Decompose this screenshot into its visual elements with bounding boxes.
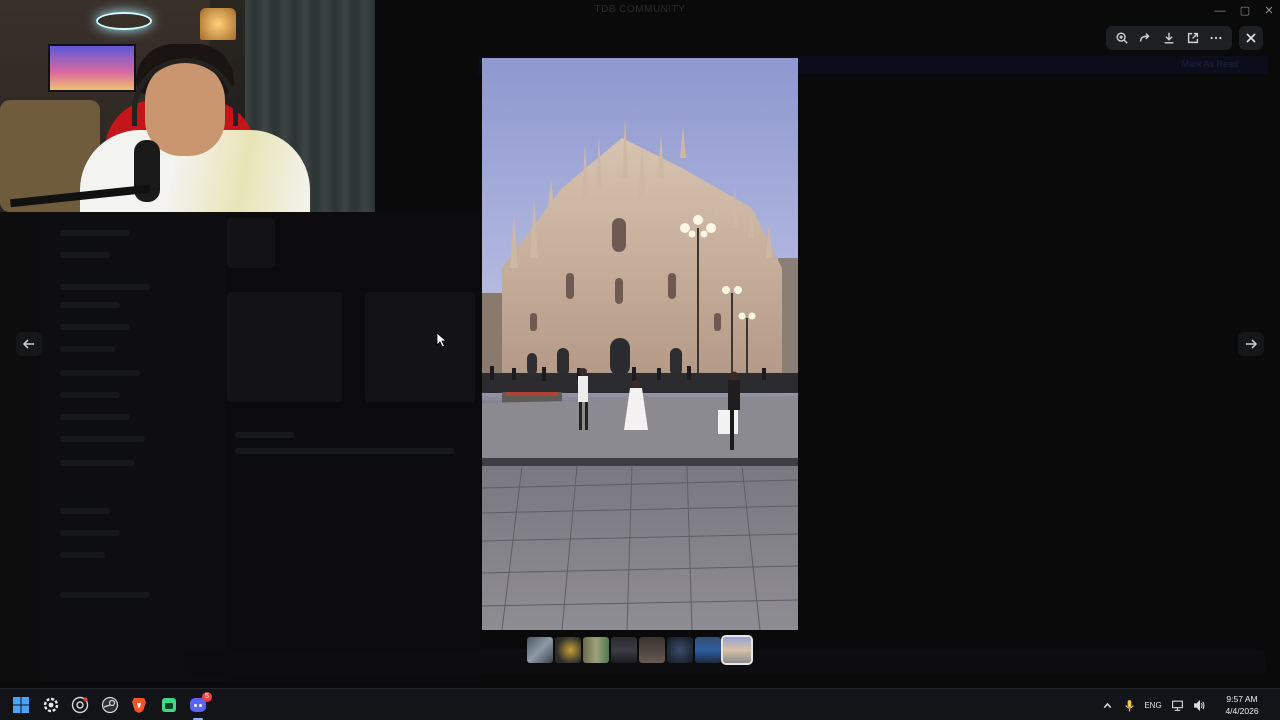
thumbnail-selected[interactable] [721,635,753,665]
thumbnail[interactable] [583,637,609,663]
open-in-browser-icon[interactable] [1182,27,1204,49]
settings-icon[interactable] [39,693,63,717]
thumbnail[interactable] [527,637,553,663]
thumbnail[interactable] [639,637,665,663]
arrow-left-icon [22,339,34,349]
discord-icon[interactable]: 5 [186,692,212,717]
thumbnail[interactable] [611,637,637,663]
viewer-toolbar [1106,26,1232,50]
chevron-up-icon[interactable] [1096,689,1118,720]
webcam-overlay [0,0,375,212]
mouse-cursor-icon [436,332,448,348]
clock-date: 4/4/2026 [1225,706,1259,716]
forward-icon[interactable] [1134,27,1156,49]
brave-icon[interactable] [127,693,151,717]
arrow-right-icon [1246,339,1258,349]
chat-area [225,212,480,682]
system-clock[interactable]: 9:57 AM 4/4/2026 [1210,693,1280,717]
next-image-button[interactable] [1238,332,1264,356]
server-list [0,212,40,682]
clock-time: 9:57 AM [1226,694,1258,704]
zoom-in-icon[interactable] [1111,27,1133,49]
language-indicator[interactable]: ENG [1140,689,1166,720]
viewed-image[interactable] [482,58,798,630]
taskbar: 5 ENG 9:57 AM 4/4/2026 [0,688,1280,720]
volume-icon[interactable] [1188,689,1210,720]
windows-start-icon[interactable] [9,693,33,717]
close-icon [1246,33,1256,43]
microphone-icon[interactable] [1118,689,1140,720]
steam-icon[interactable] [98,693,122,717]
mark-as-read-label: Mark As Read [1181,59,1238,69]
window-close-icon[interactable]: ✕ [1257,2,1280,20]
chrome-icon[interactable] [68,693,92,717]
system-tray: ENG 9:57 AM 4/4/2026 [1096,689,1280,720]
thumbnail-strip [527,635,753,665]
channel-list [40,212,225,682]
minimize-icon[interactable]: — [1208,2,1232,20]
network-icon[interactable] [1166,689,1188,720]
download-icon[interactable] [1158,27,1180,49]
more-icon[interactable] [1205,27,1227,49]
close-viewer-button[interactable] [1239,26,1263,50]
thumbnail[interactable] [555,637,581,663]
discord-notification-badge: 5 [202,692,212,702]
thumbnail[interactable] [695,637,721,663]
android-app-icon[interactable] [157,693,181,717]
maximize-icon[interactable]: ▢ [1233,2,1257,20]
thumbnail[interactable] [667,637,693,663]
previous-image-button[interactable] [16,332,42,356]
